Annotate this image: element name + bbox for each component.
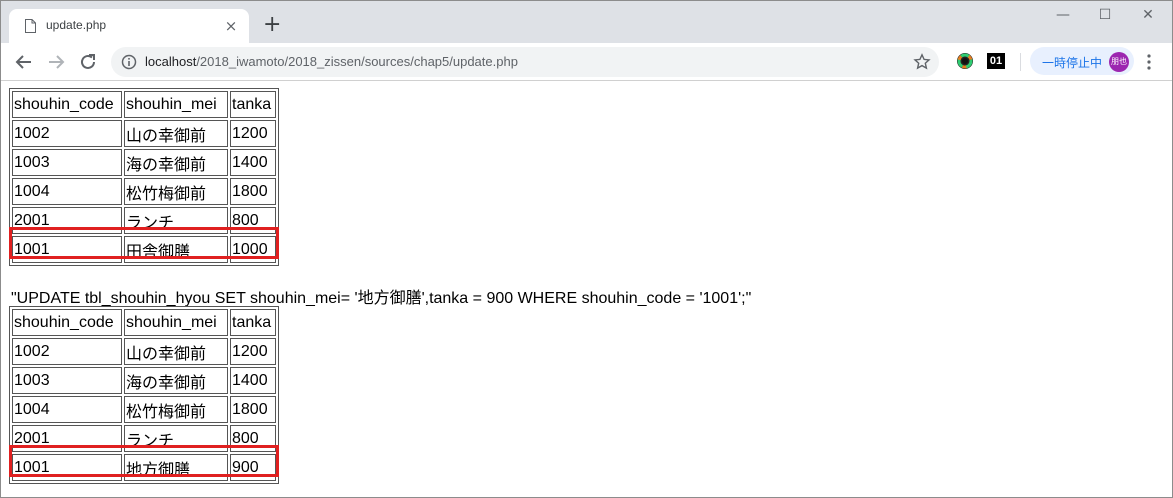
new-tab-button[interactable]: + xyxy=(263,14,281,36)
table-cell: 山の幸御前 xyxy=(124,120,228,147)
table-cell: 松竹梅御前 xyxy=(124,178,228,205)
table-cell: 山の幸御前 xyxy=(124,338,228,365)
tab-update-php[interactable]: update.php × xyxy=(9,9,249,43)
header-cell: tanka xyxy=(230,91,276,118)
header-cell: tanka xyxy=(230,309,276,336)
tab-strip: update.php × + — ☐ ✕ xyxy=(1,1,1172,43)
table-row: 1004 松竹梅御前 1800 xyxy=(12,396,276,423)
info-icon[interactable] xyxy=(121,54,137,70)
maximize-button[interactable]: ☐ xyxy=(1082,7,1128,27)
bookmark-star-icon[interactable] xyxy=(913,53,931,71)
highlight-box-after xyxy=(9,445,279,477)
table-row: 1004 松竹梅御前 1800 xyxy=(12,178,276,205)
table-cell: 海の幸御前 xyxy=(124,149,228,176)
table-cell: 1004 xyxy=(12,396,122,423)
binary-extension-icon[interactable]: 01 xyxy=(987,53,1005,69)
url-path: /2018_iwamoto/2018_zissen/sources/chap5/… xyxy=(196,54,518,69)
table-row: 1003 海の幸御前 1400 xyxy=(12,149,276,176)
more-menu-icon[interactable] xyxy=(1141,53,1157,71)
table-cell: 1003 xyxy=(12,149,122,176)
color-wheel-extension-icon[interactable] xyxy=(956,52,974,70)
table-cell: 1800 xyxy=(230,396,276,423)
highlight-box-before xyxy=(9,227,279,259)
header-row: shouhin_code shouhin_mei tanka xyxy=(12,91,276,118)
sql-statement: "UPDATE tbl_shouhin_hyou SET shouhin_mei… xyxy=(11,290,752,307)
table-cell: 1003 xyxy=(12,367,122,394)
browser-toolbar: localhost/2018_iwamoto/2018_zissen/sourc… xyxy=(1,43,1172,81)
table-cell: 1400 xyxy=(230,367,276,394)
table-cell: 海の幸御前 xyxy=(124,367,228,394)
table-row: 1002 山の幸御前 1200 xyxy=(12,338,276,365)
browser-window: update.php × + — ☐ ✕ localhost/2018_iwam… xyxy=(0,0,1173,498)
header-cell: shouhin_mei xyxy=(124,91,228,118)
close-window-button[interactable]: ✕ xyxy=(1125,7,1171,27)
url-text[interactable]: localhost/2018_iwamoto/2018_zissen/sourc… xyxy=(145,54,518,69)
header-cell: shouhin_code xyxy=(12,309,122,336)
minimize-button[interactable]: — xyxy=(1040,7,1086,27)
table-cell: 1800 xyxy=(230,178,276,205)
profile-status: 一時停止中 xyxy=(1042,56,1103,70)
table-cell: 1400 xyxy=(230,149,276,176)
table-cell: 1200 xyxy=(230,338,276,365)
page-content: shouhin_code shouhin_mei tanka 1002 山の幸御前 120… xyxy=(1,81,1172,497)
header-row: shouhin_code shouhin_mei tanka xyxy=(12,309,276,336)
back-arrow-icon[interactable] xyxy=(13,51,35,73)
table-row: 1003 海の幸御前 1400 xyxy=(12,367,276,394)
page-icon xyxy=(25,19,36,33)
table-cell: 1200 xyxy=(230,120,276,147)
address-bar[interactable]: localhost/2018_iwamoto/2018_zissen/sourc… xyxy=(111,47,939,77)
table-cell: 1002 xyxy=(12,338,122,365)
table-row: 1002 山の幸御前 1200 xyxy=(12,120,276,147)
header-cell: shouhin_mei xyxy=(124,309,228,336)
table-cell: 松竹梅御前 xyxy=(124,396,228,423)
close-tab-icon[interactable]: × xyxy=(223,18,239,34)
table-cell: 1004 xyxy=(12,178,122,205)
avatar: 朋也 xyxy=(1109,52,1129,72)
url-host: localhost xyxy=(145,54,197,69)
forward-arrow-icon[interactable] xyxy=(45,51,67,73)
profile-paused-button[interactable]: 一時停止中 朋也 xyxy=(1030,47,1134,75)
toolbar-divider xyxy=(1020,53,1021,71)
reload-icon[interactable] xyxy=(77,51,99,73)
header-cell: shouhin_code xyxy=(12,91,122,118)
tab-title: update.php xyxy=(46,18,107,32)
table-cell: 1002 xyxy=(12,120,122,147)
